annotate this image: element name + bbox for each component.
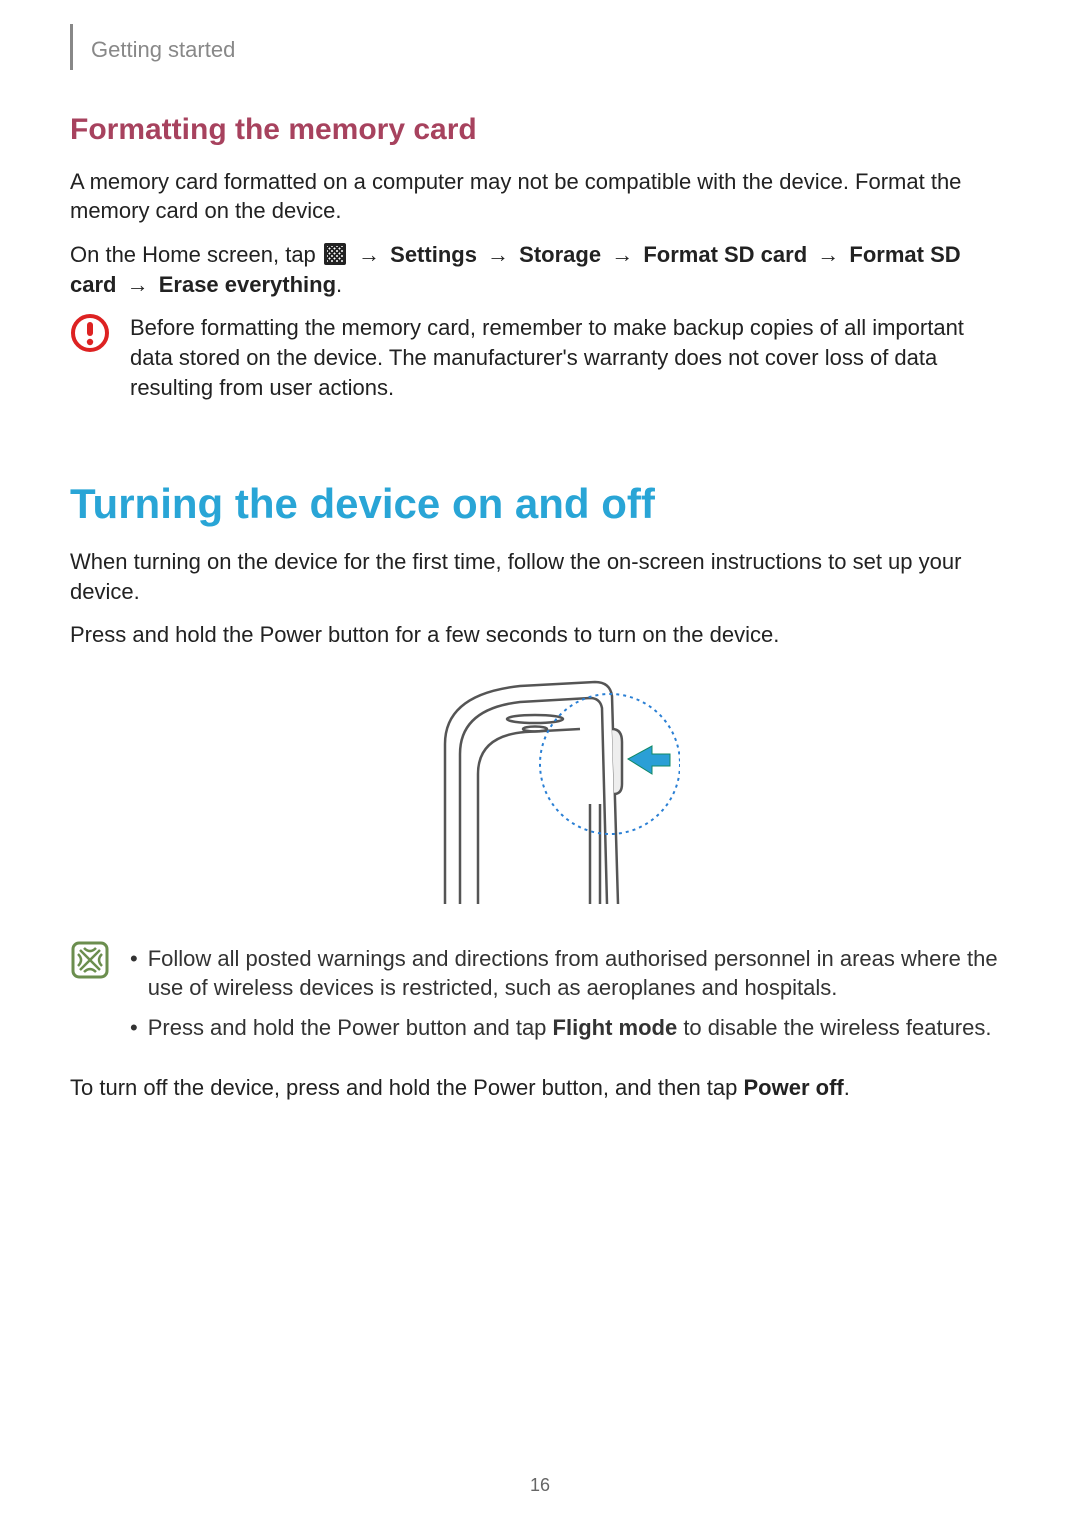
caution-callout: Before formatting the memory card, remem… — [70, 313, 1010, 416]
caution-text: Before formatting the memory card, remem… — [130, 313, 1010, 402]
tip-text: Press and hold the Power button and tap … — [148, 1013, 1010, 1043]
caution-icon — [70, 313, 110, 353]
tip-callout: • Follow all posted warnings and directi… — [70, 940, 1010, 1053]
paragraph: Press and hold the Power button for a fe… — [70, 620, 1010, 650]
chapter-rule — [70, 24, 73, 70]
arrow-icon: → — [348, 242, 390, 267]
arrow-icon: → — [601, 242, 643, 267]
apps-icon — [324, 243, 346, 265]
arrow-icon: → — [116, 272, 158, 297]
paragraph: When turning on the device for the first… — [70, 547, 1010, 606]
arrow-icon: → — [807, 242, 849, 267]
paragraph: A memory card formatted on a computer ma… — [70, 167, 1010, 226]
nav-step: Settings — [390, 242, 477, 267]
nav-step: Format SD card — [643, 242, 807, 267]
tip-text: Follow all posted warnings and direction… — [148, 944, 1010, 1003]
chapter-title: Getting started — [91, 35, 235, 65]
page-number: 16 — [0, 1473, 1080, 1497]
bullet-icon: • — [130, 944, 138, 1003]
nav-step: Storage — [519, 242, 601, 267]
paragraph: To turn off the device, press and hold t… — [70, 1073, 1010, 1103]
section-heading-turning: Turning the device on and off — [70, 476, 1010, 533]
tip-icon — [70, 940, 110, 980]
nav-step: Erase everything — [159, 272, 336, 297]
navigation-steps: On the Home screen, tap → Settings → Sto… — [70, 240, 1010, 299]
list-item: • Press and hold the Power button and ta… — [130, 1013, 1010, 1043]
chapter-header: Getting started — [70, 30, 1010, 70]
tip-list: • Follow all posted warnings and directi… — [130, 940, 1010, 1053]
device-power-figure — [70, 674, 1010, 912]
subheading-formatting: Formatting the memory card — [70, 110, 1010, 151]
list-item: • Follow all posted warnings and directi… — [130, 944, 1010, 1003]
nav-prefix: On the Home screen, tap — [70, 242, 322, 267]
bullet-icon: • — [130, 1013, 138, 1043]
arrow-icon: → — [477, 242, 519, 267]
